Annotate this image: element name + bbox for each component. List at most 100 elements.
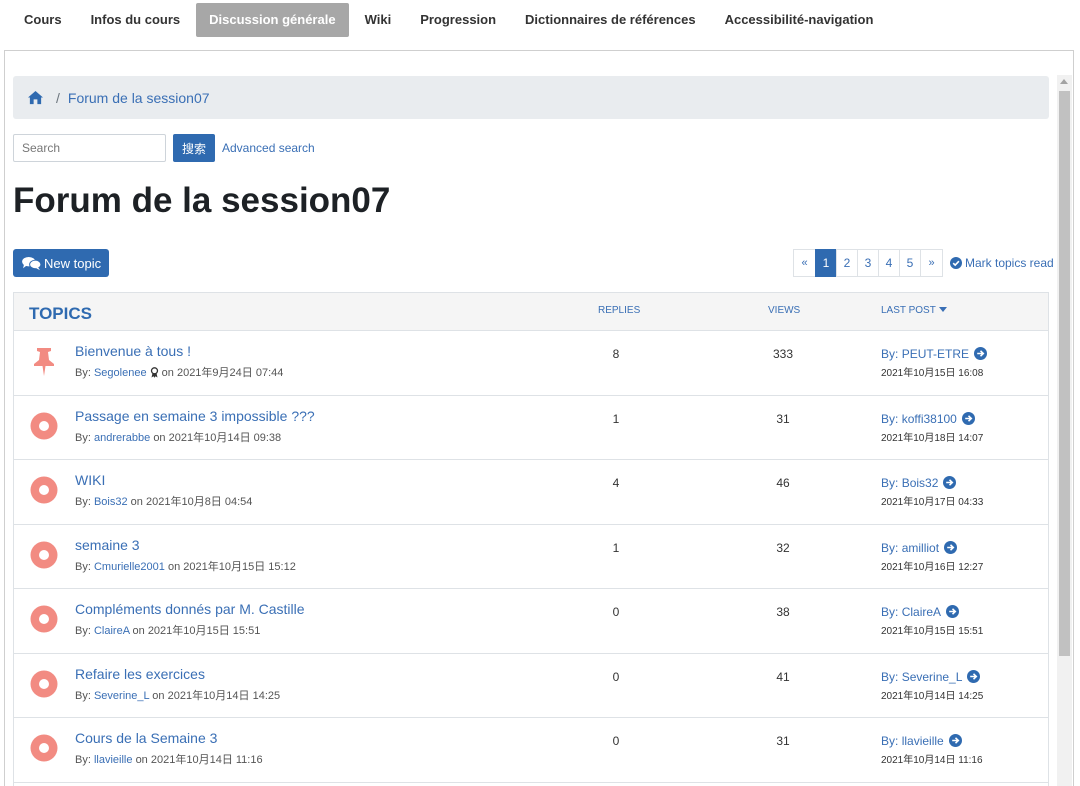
by-prefix: By: bbox=[75, 689, 91, 702]
tab-accessibilite[interactable]: Accessibilité-navigation bbox=[712, 3, 887, 37]
go-to-last-post-icon[interactable] bbox=[967, 669, 981, 683]
home-icon[interactable] bbox=[27, 90, 44, 105]
topic-title-link[interactable]: Cours de la Semaine 3 bbox=[75, 730, 217, 746]
last-poster-link[interactable]: Bois32 bbox=[902, 476, 939, 490]
last-post-date: 2021年10月15日 15:51 bbox=[881, 626, 984, 637]
views-count: 31 bbox=[776, 411, 790, 426]
new-topic-label: New topic bbox=[44, 255, 102, 271]
last-poster-link[interactable]: amilliot bbox=[902, 541, 939, 555]
tab-wiki[interactable]: Wiki bbox=[352, 3, 405, 37]
by-prefix: By: bbox=[75, 431, 91, 444]
topic-date: 2021年10月15日 15:12 bbox=[183, 560, 296, 573]
last-poster-link[interactable]: ClaireA bbox=[902, 605, 941, 619]
tab-cours[interactable]: Cours bbox=[11, 3, 75, 37]
go-to-last-post-icon[interactable] bbox=[944, 540, 958, 554]
header-last-post-label: LAST POST bbox=[881, 305, 936, 316]
breadcrumb-separator: / bbox=[56, 89, 60, 106]
topic-date: 2021年10月8日 04:54 bbox=[145, 496, 253, 508]
advanced-search-link[interactable]: Advanced search bbox=[222, 141, 315, 155]
last-post-date: 2021年10月15日 16:08 bbox=[881, 368, 984, 379]
by-prefix: By: bbox=[881, 540, 899, 555]
topic-title-link[interactable]: WIKI bbox=[75, 472, 105, 488]
header-replies[interactable]: REPLIES bbox=[598, 305, 640, 316]
new-topic-button[interactable]: New topic bbox=[13, 249, 109, 277]
by-prefix: By: bbox=[75, 625, 91, 637]
topic-byline: By: Bois32 on 2021年10月8日 04:54 bbox=[75, 493, 252, 509]
topic-date: 2021年10月14日 11:16 bbox=[150, 754, 263, 766]
award-icon bbox=[150, 367, 158, 378]
topic-byline: By: Severine_L on 2021年10月14日 14:25 bbox=[75, 687, 280, 703]
tab-dictionnaires[interactable]: Dictionnaires de références bbox=[512, 3, 709, 37]
scrollbar-thumb[interactable] bbox=[1059, 91, 1070, 656]
topic-title-link[interactable]: Passage en semaine 3 impossible ??? bbox=[75, 408, 315, 424]
topic-author-link[interactable]: Segolenee bbox=[94, 367, 147, 379]
topic-byline: By: Segolenee on 2021年9月24日 07:44 bbox=[75, 364, 283, 380]
header-last-post[interactable]: LAST POST bbox=[881, 305, 947, 316]
views-count: 41 bbox=[776, 669, 790, 684]
last-post-author: By: ClaireA bbox=[881, 605, 960, 619]
by-prefix: By: bbox=[75, 560, 91, 573]
topic-author-link[interactable]: andrerabbe bbox=[94, 432, 150, 444]
tab-discussion-generale[interactable]: Discussion générale bbox=[196, 3, 349, 37]
topic-title-link[interactable]: Compléments donnés par M. Castille bbox=[75, 601, 305, 617]
pagination-page-1[interactable]: 1 bbox=[815, 249, 837, 277]
topic-author-link[interactable]: Cmurielle2001 bbox=[94, 561, 165, 573]
pagination-page-2[interactable]: 2 bbox=[836, 249, 858, 277]
go-to-last-post-icon[interactable] bbox=[948, 734, 962, 747]
last-poster-link[interactable]: koffi38100 bbox=[902, 412, 957, 426]
topic-author-link[interactable]: Severine_L bbox=[94, 690, 149, 702]
search-input[interactable] bbox=[13, 134, 166, 162]
topic-icon bbox=[30, 670, 58, 697]
views-count: 333 bbox=[772, 347, 794, 361]
topic-date: 2021年10月15日 15:51 bbox=[147, 625, 261, 637]
topic-date: 2021年9月24日 07:44 bbox=[176, 367, 284, 379]
go-to-last-post-icon[interactable] bbox=[974, 347, 988, 360]
scroll-up-arrow-icon[interactable] bbox=[1060, 79, 1068, 84]
search-button[interactable]: 搜索 bbox=[173, 134, 215, 162]
breadcrumb-current[interactable]: Forum de la session07 bbox=[68, 90, 210, 106]
last-poster-link[interactable]: llavieille bbox=[902, 734, 944, 748]
replies-count: 1 bbox=[612, 411, 620, 426]
replies-count: 4 bbox=[612, 476, 620, 490]
on-word: on bbox=[132, 625, 145, 637]
table-row: Refaire les exercices By: Severine_L on 2… bbox=[14, 654, 1048, 718]
mark-topics-read-link[interactable]: Mark topics read bbox=[950, 256, 1054, 270]
page-title: Forum de la session07 bbox=[13, 181, 391, 220]
last-post-author: By: llavieille bbox=[881, 734, 962, 748]
views-count: 38 bbox=[776, 605, 790, 619]
topic-title-link[interactable]: Refaire les exercices bbox=[75, 666, 205, 682]
pagination-page-5[interactable]: 5 bbox=[899, 249, 921, 277]
course-nav: Cours Infos du cours Discussion générale… bbox=[0, 0, 1080, 40]
by-prefix: By: bbox=[881, 669, 899, 684]
pagination-page-3[interactable]: 3 bbox=[857, 249, 879, 277]
topic-author-link[interactable]: ClaireA bbox=[94, 625, 129, 637]
last-post-date: 2021年10月18日 14:07 bbox=[881, 432, 984, 444]
last-poster-link[interactable]: Severine_L bbox=[902, 670, 963, 684]
by-prefix: By: bbox=[881, 411, 899, 426]
topic-author-link[interactable]: llavieille bbox=[94, 754, 133, 766]
header-views[interactable]: VIEWS bbox=[768, 305, 800, 316]
last-post-author: By: amilliot bbox=[881, 540, 958, 555]
topic-author-link[interactable]: Bois32 bbox=[94, 496, 128, 508]
topic-icon bbox=[30, 412, 58, 439]
go-to-last-post-icon[interactable] bbox=[943, 476, 957, 489]
go-to-last-post-icon[interactable] bbox=[961, 411, 975, 425]
vertical-scrollbar[interactable] bbox=[1057, 75, 1072, 786]
pagination-prev[interactable]: « bbox=[793, 249, 816, 277]
topic-title-link[interactable]: semaine 3 bbox=[75, 537, 140, 553]
pagination-page-4[interactable]: 4 bbox=[878, 249, 900, 277]
tab-progression[interactable]: Progression bbox=[407, 3, 509, 37]
tab-infos-du-cours[interactable]: Infos du cours bbox=[78, 3, 194, 37]
go-to-last-post-icon[interactable] bbox=[946, 605, 960, 618]
topic-icon bbox=[30, 541, 58, 568]
last-poster-link[interactable]: PEUT-ETRE bbox=[902, 347, 969, 361]
by-prefix: By: bbox=[881, 347, 899, 361]
on-word: on bbox=[167, 560, 181, 573]
topic-title-link[interactable]: Bienvenue à tous ! bbox=[75, 343, 191, 359]
replies-count: 8 bbox=[612, 347, 620, 361]
by-prefix: By: bbox=[75, 496, 91, 508]
pagination-next[interactable]: » bbox=[920, 249, 943, 277]
topic-byline: By: andrerabbe on 2021年10月14日 09:38 bbox=[75, 429, 281, 445]
table-row: Compléments donnés par M. Castille By: Cl… bbox=[14, 589, 1048, 654]
table-row: WIKI By: Bois32 on 2021年10月8日 04:54 4 46 By:… bbox=[14, 460, 1048, 525]
